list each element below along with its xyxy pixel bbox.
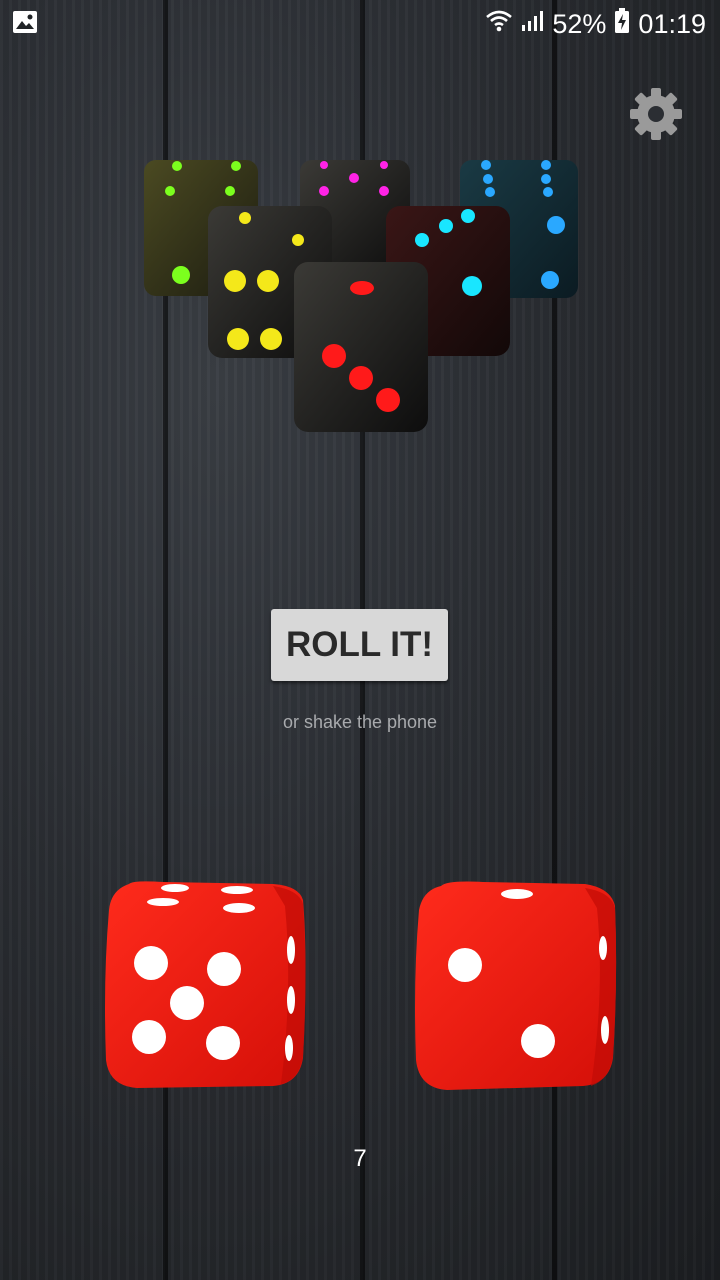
signal-icon	[520, 9, 544, 40]
battery-charging-icon	[614, 8, 630, 41]
die-left[interactable]	[103, 880, 308, 1092]
settings-gear-icon[interactable]	[628, 86, 684, 142]
dice-pile-logo	[140, 158, 580, 438]
status-bar: 52% 01:19	[0, 0, 720, 48]
dice-total: 7	[353, 1145, 367, 1172]
clock: 01:19	[638, 9, 706, 39]
wifi-icon	[486, 9, 513, 40]
die-right[interactable]	[413, 880, 618, 1092]
shake-hint: or shake the phone	[282, 712, 438, 732]
image-notification-icon	[12, 10, 38, 34]
battery-percent: 52%	[552, 9, 607, 39]
roll-button[interactable]: ROLL IT!	[271, 609, 448, 681]
